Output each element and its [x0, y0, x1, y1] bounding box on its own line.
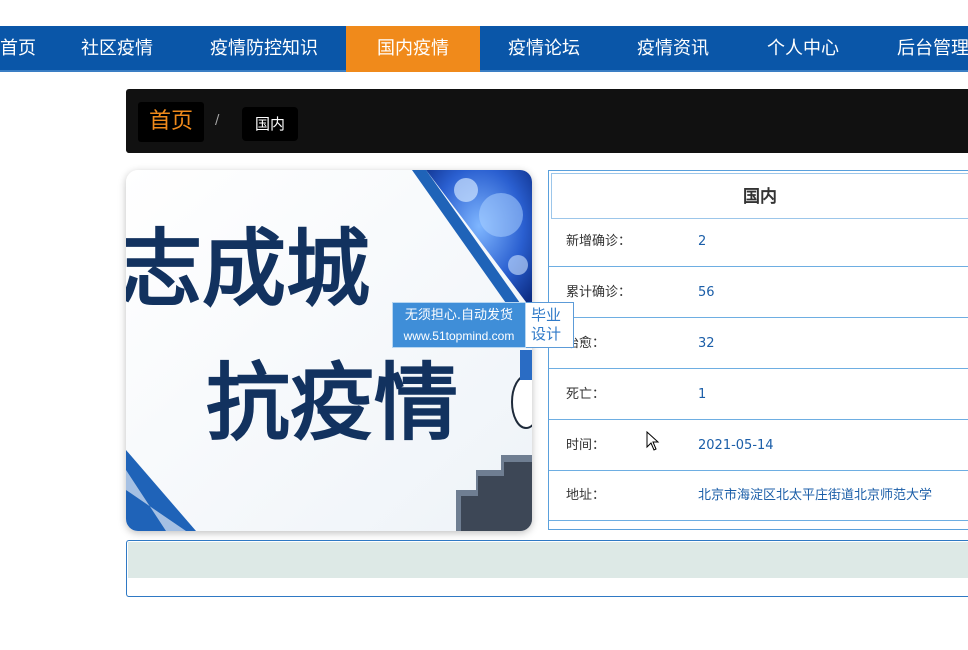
- detail-value: 2: [698, 234, 707, 249]
- watermark: 无须担心.自动发货 www.51topmind.com 毕业设计: [392, 302, 574, 348]
- epidemic-poster-image: 志成城 抗疫情: [126, 170, 532, 531]
- nav-item-admin[interactable]: 后台管理: [868, 26, 968, 72]
- watermark-main: 无须担心.自动发货 www.51topmind.com: [392, 302, 526, 348]
- nav-item-personal-center[interactable]: 个人中心: [738, 26, 868, 72]
- watermark-line1: 无须担心.自动发货: [404, 308, 514, 323]
- detail-value: 32: [698, 336, 715, 351]
- detail-value: 北京市海淀区北太平庄街道北京师范大学: [698, 488, 933, 503]
- breadcrumb-current: 国内: [242, 107, 299, 141]
- breadcrumb-separator: /: [215, 113, 220, 128]
- nav-item-forum[interactable]: 疫情论坛: [480, 26, 608, 72]
- detail-row-new-confirmed: 新增确诊： 2: [549, 217, 968, 267]
- watermark-side: 毕业设计: [526, 302, 574, 348]
- breadcrumb-home-link[interactable]: 首页: [138, 102, 205, 142]
- top-nav: 首页 社区疫情 疫情防控知识 国内疫情 疫情论坛 疫情资讯 个人中心 后台管理: [0, 26, 968, 72]
- detail-row-total-confirmed: 累计确诊： 56: [549, 268, 968, 318]
- panel-title: 国内: [551, 173, 968, 219]
- detail-row-deaths: 死亡： 1: [549, 370, 968, 420]
- detail-value: 56: [698, 285, 715, 300]
- mouse-cursor-icon: [646, 430, 660, 455]
- detail-row-time: 时间： 2021-05-14: [549, 421, 968, 471]
- nav-item-news[interactable]: 疫情资讯: [608, 26, 738, 72]
- poster-text-line1: 志成城: [126, 220, 370, 318]
- content-box: [126, 540, 968, 597]
- detail-label: 死亡：: [566, 387, 606, 402]
- nav-item-domestic-epidemic[interactable]: 国内疫情: [346, 26, 480, 72]
- detail-label: 地址：: [566, 488, 606, 503]
- detail-value: 2021-05-14: [698, 438, 774, 453]
- domestic-detail-panel: 国内 新增确诊： 2 累计确诊： 56 治愈： 32 死亡： 1 时间： 202…: [548, 170, 968, 530]
- detail-label: 时间：: [566, 438, 606, 453]
- detail-value: 1: [698, 387, 707, 402]
- content-box-header: [128, 542, 968, 578]
- detail-row-cured: 治愈： 32: [549, 319, 968, 369]
- watermark-line2: www.51topmind.com: [403, 329, 515, 343]
- detail-row-address: 地址： 北京市海淀区北太平庄街道北京师范大学: [549, 471, 968, 521]
- poster-text-line2: 抗疫情: [206, 354, 458, 452]
- nav-item-community-epidemic[interactable]: 社区疫情: [52, 26, 182, 72]
- nav-item-prevention-knowledge[interactable]: 疫情防控知识: [182, 26, 346, 72]
- detail-label: 新增确诊：: [566, 234, 632, 249]
- nav-item-home[interactable]: 首页: [0, 26, 52, 72]
- detail-label: 累计确诊：: [566, 285, 632, 300]
